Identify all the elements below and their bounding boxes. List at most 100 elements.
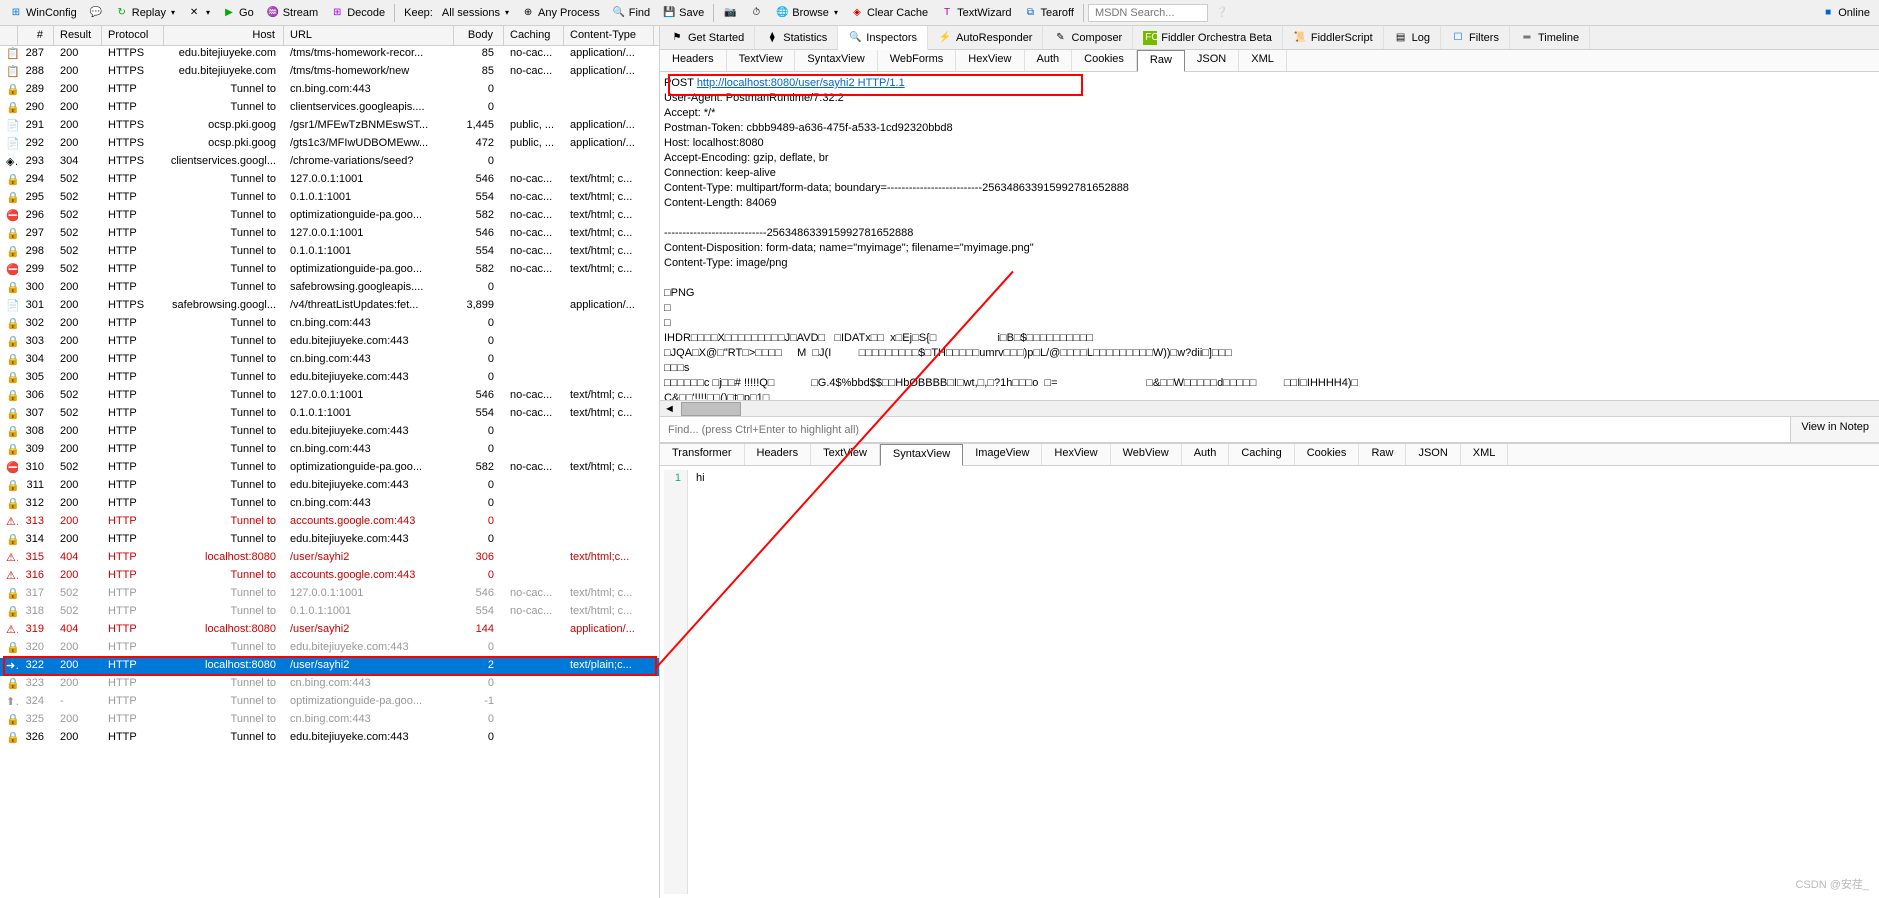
session-row[interactable]: 🔒294502HTTPTunnel to127.0.0.1:1001546no-… (0, 172, 659, 190)
tab-timeline[interactable]: ═Timeline (1510, 26, 1590, 49)
tearoff-button[interactable]: ⧉Tearoff (1019, 4, 1079, 22)
request-raw-view[interactable]: POST http://localhost:8080/user/sayhi2 H… (660, 72, 1879, 400)
session-row[interactable]: 🔒307502HTTPTunnel to0.1.0.1:1001554no-ca… (0, 406, 659, 424)
timer-button[interactable]: ⏱ (744, 4, 768, 22)
tab-log[interactable]: ▤Log (1384, 26, 1441, 49)
keep-dropdown[interactable]: Keep: All sessions (399, 5, 514, 21)
reqtab-textview[interactable]: TextView (727, 50, 796, 71)
resptab-webview[interactable]: WebView (1111, 444, 1182, 465)
stream-button[interactable]: ♒Stream (261, 4, 323, 22)
col-host[interactable]: Host (164, 26, 284, 45)
screenshot-button[interactable]: 📷 (718, 4, 742, 22)
request-url-link[interactable]: http://localhost:8080/user/sayhi2 HTTP/1… (697, 77, 905, 89)
tab-autoresponder[interactable]: ⚡AutoResponder (928, 26, 1043, 49)
tab-inspectors[interactable]: 🔍Inspectors (838, 26, 928, 50)
resptab-raw[interactable]: Raw (1359, 444, 1406, 465)
session-row[interactable]: 🔒323200HTTPTunnel tocn.bing.com:4430 (0, 676, 659, 694)
session-row[interactable]: ⚠319404HTTPlocalhost:8080/user/sayhi2144… (0, 622, 659, 640)
session-row[interactable]: 📋288200HTTPSedu.bitejiuyeke.com/tms/tms-… (0, 64, 659, 82)
session-row[interactable]: ⚠315404HTTPlocalhost:8080/user/sayhi2306… (0, 550, 659, 568)
decode-button[interactable]: ⊞Decode (325, 4, 390, 22)
view-in-notepad-button[interactable]: View in Notep (1790, 417, 1879, 442)
resptab-syntaxview[interactable]: SyntaxView (880, 444, 963, 466)
session-row[interactable]: 🔒305200HTTPTunnel toedu.bitejiuyeke.com:… (0, 370, 659, 388)
session-row[interactable]: ⚠316200HTTPTunnel toaccounts.google.com:… (0, 568, 659, 586)
col-url[interactable]: URL (284, 26, 454, 45)
session-row[interactable]: ⛔310502HTTPTunnel tooptimizationguide-pa… (0, 460, 659, 478)
response-body[interactable]: 1 hi (660, 466, 1879, 898)
session-row[interactable]: 🔒295502HTTPTunnel to0.1.0.1:1001554no-ca… (0, 190, 659, 208)
session-row[interactable]: 🔒308200HTTPTunnel toedu.bitejiuyeke.com:… (0, 424, 659, 442)
tab-get-started[interactable]: ⚑Get Started (660, 26, 755, 49)
session-row[interactable]: 🔒311200HTTPTunnel toedu.bitejiuyeke.com:… (0, 478, 659, 496)
session-row[interactable]: 🔒314200HTTPTunnel toedu.bitejiuyeke.com:… (0, 532, 659, 550)
reqtab-raw[interactable]: Raw (1137, 50, 1185, 72)
session-row[interactable]: 🔒289200HTTPTunnel tocn.bing.com:4430 (0, 82, 659, 100)
session-row[interactable]: 📄291200HTTPSocsp.pki.goog/gsr1/MFEwTzBNM… (0, 118, 659, 136)
reqtab-auth[interactable]: Auth (1025, 50, 1073, 71)
find-input[interactable] (660, 417, 1790, 442)
session-row[interactable]: ⛔296502HTTPTunnel tooptimizationguide-pa… (0, 208, 659, 226)
go-button[interactable]: ▶Go (217, 4, 259, 22)
request-hscrollbar[interactable]: ◄ (660, 400, 1879, 416)
session-row[interactable]: 🔒309200HTTPTunnel tocn.bing.com:4430 (0, 442, 659, 460)
msdn-search-input[interactable] (1088, 4, 1208, 22)
session-row[interactable]: ⬆324-HTTPTunnel tooptimizationguide-pa.g… (0, 694, 659, 712)
session-row[interactable]: 🔒297502HTTPTunnel to127.0.0.1:1001546no-… (0, 226, 659, 244)
col-caching[interactable]: Caching (504, 26, 564, 45)
session-row[interactable]: ⚠313200HTTPTunnel toaccounts.google.com:… (0, 514, 659, 532)
resptab-cookies[interactable]: Cookies (1295, 444, 1360, 465)
resptab-textview[interactable]: TextView (811, 444, 880, 465)
col-protocol[interactable]: Protocol (102, 26, 164, 45)
session-row[interactable]: 🔒317502HTTPTunnel to127.0.0.1:1001546no-… (0, 586, 659, 604)
resptab-transformer[interactable]: Transformer (660, 444, 745, 465)
winconfig-button[interactable]: ⊞WinConfig (4, 4, 82, 22)
help-button[interactable]: ❔ (1210, 4, 1234, 22)
session-row[interactable]: 🔒326200HTTPTunnel toedu.bitejiuyeke.com:… (0, 730, 659, 748)
resptab-caching[interactable]: Caching (1229, 444, 1294, 465)
session-row[interactable]: ⛔299502HTTPTunnel tooptimizationguide-pa… (0, 262, 659, 280)
reqtab-hexview[interactable]: HexView (956, 50, 1024, 71)
session-row[interactable]: 🔒304200HTTPTunnel tocn.bing.com:4430 (0, 352, 659, 370)
resptab-headers[interactable]: Headers (745, 444, 812, 465)
session-row[interactable]: 🔒300200HTTPTunnel tosafebrowsing.googlea… (0, 280, 659, 298)
reqtab-xml[interactable]: XML (1239, 50, 1287, 71)
tab-orchestra[interactable]: FOFiddler Orchestra Beta (1133, 26, 1283, 49)
tab-statistics[interactable]: ⧫Statistics (755, 26, 838, 49)
session-row[interactable]: 🔒320200HTTPTunnel toedu.bitejiuyeke.com:… (0, 640, 659, 658)
session-row[interactable]: 📄292200HTTPSocsp.pki.goog/gts1c3/MFIwUDB… (0, 136, 659, 154)
session-row[interactable]: 📋287200HTTPSedu.bitejiuyeke.com/tms/tms-… (0, 46, 659, 64)
session-row[interactable]: 🔒325200HTTPTunnel tocn.bing.com:4430 (0, 712, 659, 730)
session-row[interactable]: 📄301200HTTPSsafebrowsing.googl.../v4/thr… (0, 298, 659, 316)
reqtab-headers[interactable]: Headers (660, 50, 727, 71)
session-row[interactable]: ➜322200HTTPlocalhost:8080/user/sayhi22te… (0, 658, 659, 676)
session-row[interactable]: 🔒298502HTTPTunnel to0.1.0.1:1001554no-ca… (0, 244, 659, 262)
browse-button[interactable]: 🌐Browse (770, 4, 843, 22)
replay-button[interactable]: ↻Replay (110, 4, 180, 22)
resptab-imageview[interactable]: ImageView (963, 444, 1042, 465)
col-body[interactable]: Body (454, 26, 504, 45)
session-row[interactable]: 🔒303200HTTPTunnel toedu.bitejiuyeke.com:… (0, 334, 659, 352)
comment-button[interactable]: 💬 (84, 4, 108, 22)
find-button[interactable]: 🔍Find (607, 4, 655, 22)
resptab-hexview[interactable]: HexView (1042, 444, 1110, 465)
resptab-auth[interactable]: Auth (1182, 444, 1230, 465)
reqtab-webforms[interactable]: WebForms (878, 50, 957, 71)
remove-button[interactable]: ✕ (182, 4, 215, 22)
session-row[interactable]: ◈293304HTTPSclientservices.googl.../chro… (0, 154, 659, 172)
textwizard-button[interactable]: TTextWizard (935, 4, 1016, 22)
tab-fiddlerscript[interactable]: 📜FiddlerScript (1283, 26, 1384, 49)
reqtab-json[interactable]: JSON (1185, 50, 1239, 71)
reqtab-syntaxview[interactable]: SyntaxView (795, 50, 877, 71)
tab-filters[interactable]: ☐Filters (1441, 26, 1510, 49)
tab-composer[interactable]: ✎Composer (1043, 26, 1133, 49)
session-row[interactable]: 🔒318502HTTPTunnel to0.1.0.1:1001554no-ca… (0, 604, 659, 622)
col-id[interactable]: # (18, 26, 54, 45)
session-row[interactable]: 🔒290200HTTPTunnel toclientservices.googl… (0, 100, 659, 118)
session-row[interactable]: 🔒306502HTTPTunnel to127.0.0.1:1001546no-… (0, 388, 659, 406)
online-button[interactable]: ■Online (1816, 4, 1875, 22)
sessions-list[interactable]: 📋287200HTTPSedu.bitejiuyeke.com/tms/tms-… (0, 46, 659, 898)
session-row[interactable]: 🔒312200HTTPTunnel tocn.bing.com:4430 (0, 496, 659, 514)
save-button[interactable]: 💾Save (657, 4, 709, 22)
resptab-json[interactable]: JSON (1406, 444, 1460, 465)
